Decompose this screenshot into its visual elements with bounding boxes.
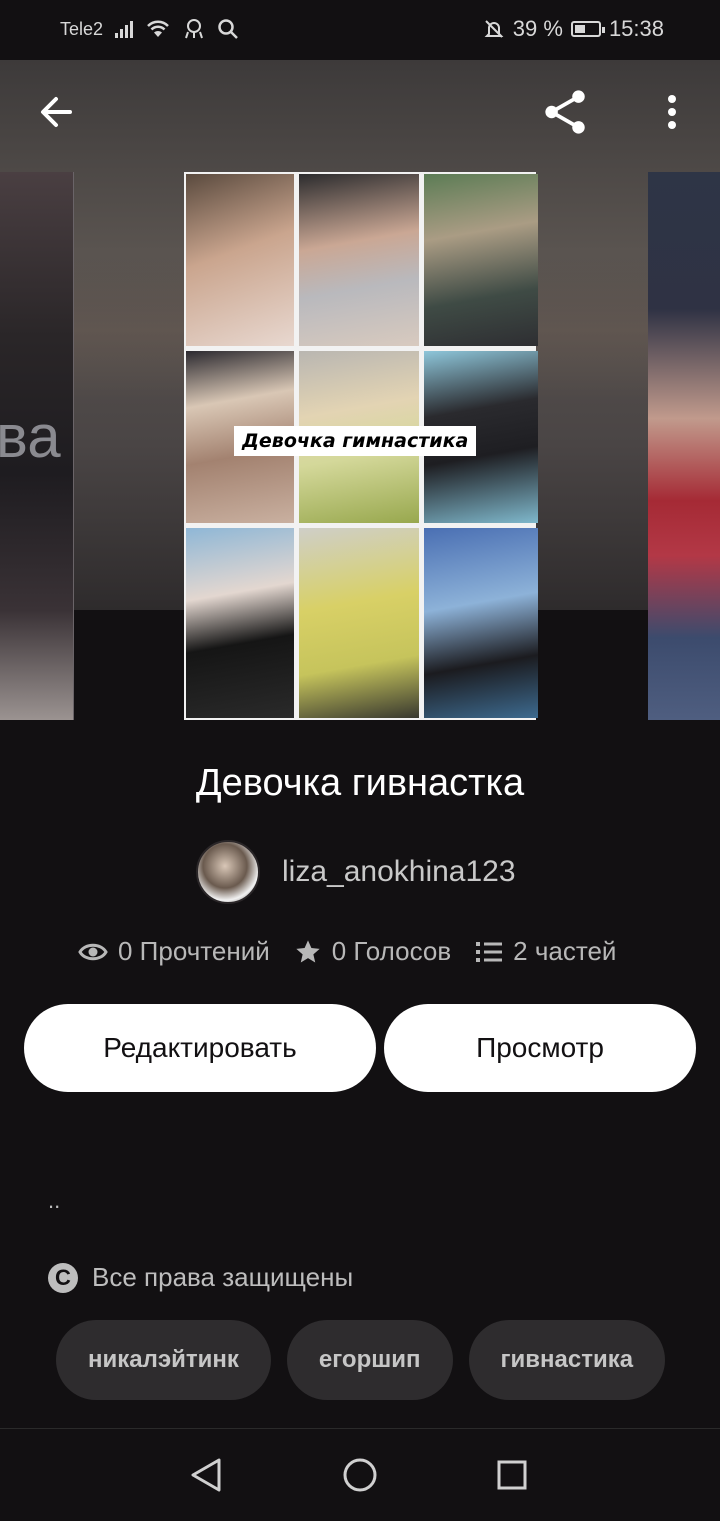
tag-chip[interactable]: гивнастика (468, 1320, 666, 1400)
battery-icon (570, 21, 605, 37)
back-button[interactable] (32, 88, 80, 136)
parts-stat: 2 частей (475, 936, 616, 967)
notification-app-icon (185, 19, 203, 39)
nav-recent-button[interactable] (490, 1453, 534, 1497)
arrow-left-icon (41, 97, 72, 127)
more-vertical-icon (668, 95, 676, 129)
previous-cover-text: ва (0, 403, 61, 470)
copyright-icon: C (48, 1262, 78, 1293)
story-stats: 0 Прочтений 0 Голосов 2 частей (78, 936, 616, 967)
parts-count: 2 частей (513, 936, 617, 966)
carrier-name: Tele2 (60, 18, 104, 39)
signal-icon (115, 20, 134, 38)
next-story-cover[interactable] (648, 172, 720, 720)
square-recents-icon (497, 1460, 527, 1490)
eye-icon (78, 943, 108, 960)
cover-photo (186, 174, 294, 346)
tag-chip[interactable]: егоршип (286, 1320, 453, 1400)
reads-stat: 0 Прочтений (78, 936, 270, 967)
share-button[interactable] (542, 88, 590, 136)
cover-photo (424, 174, 538, 346)
author-avatar (196, 840, 260, 904)
story-title: Девочка гивнастка (195, 762, 525, 804)
copyright-text: Все права защищены (92, 1262, 354, 1292)
status-right: 39 % 15:38 (483, 16, 664, 42)
cover-photo (186, 528, 294, 718)
tag-chip[interactable]: никалэйтинк (56, 1320, 271, 1400)
votes-count: 0 Голосов (331, 936, 452, 966)
author-name: liza_anokhina123 (282, 855, 516, 888)
bell-muted-icon (484, 20, 504, 38)
tags-list: никалэйтинк егоршип гивнастика (56, 1320, 666, 1400)
story-cover[interactable]: Девочка гимнастика (184, 172, 538, 720)
circle-home-icon (343, 1458, 377, 1492)
system-nav-bar (0, 1428, 720, 1521)
nav-back-button[interactable] (184, 1453, 228, 1497)
nav-home-button[interactable] (338, 1453, 382, 1497)
status-bar: Tele2 39 % 15:38 (0, 0, 720, 60)
more-options-button[interactable] (648, 88, 696, 136)
list-icon (476, 941, 503, 962)
preview-button[interactable]: Просмотр (384, 1004, 696, 1092)
search-icon (218, 19, 238, 39)
wifi-icon (147, 20, 169, 37)
cover-photo (299, 174, 419, 346)
reads-count: 0 Прочтений (118, 936, 270, 966)
status-left: Tele2 (60, 18, 239, 40)
previous-story-cover[interactable]: ва (0, 172, 74, 720)
votes-stat: 0 Голосов (294, 936, 451, 967)
story-description: .. (48, 1188, 61, 1213)
copyright-info: C Все права защищены (48, 1262, 353, 1293)
cover-photo (424, 528, 538, 718)
author-link[interactable]: liza_anokhina123 (196, 840, 516, 904)
edit-button[interactable]: Редактировать (24, 1004, 376, 1092)
star-icon (296, 939, 320, 962)
battery-percent: 39 % (512, 16, 563, 41)
triangle-back-icon (191, 1458, 221, 1492)
clock: 15:38 (608, 16, 664, 41)
share-icon (545, 90, 585, 134)
cover-title: Девочка гимнастика (236, 428, 475, 454)
cover-photo (299, 528, 419, 718)
